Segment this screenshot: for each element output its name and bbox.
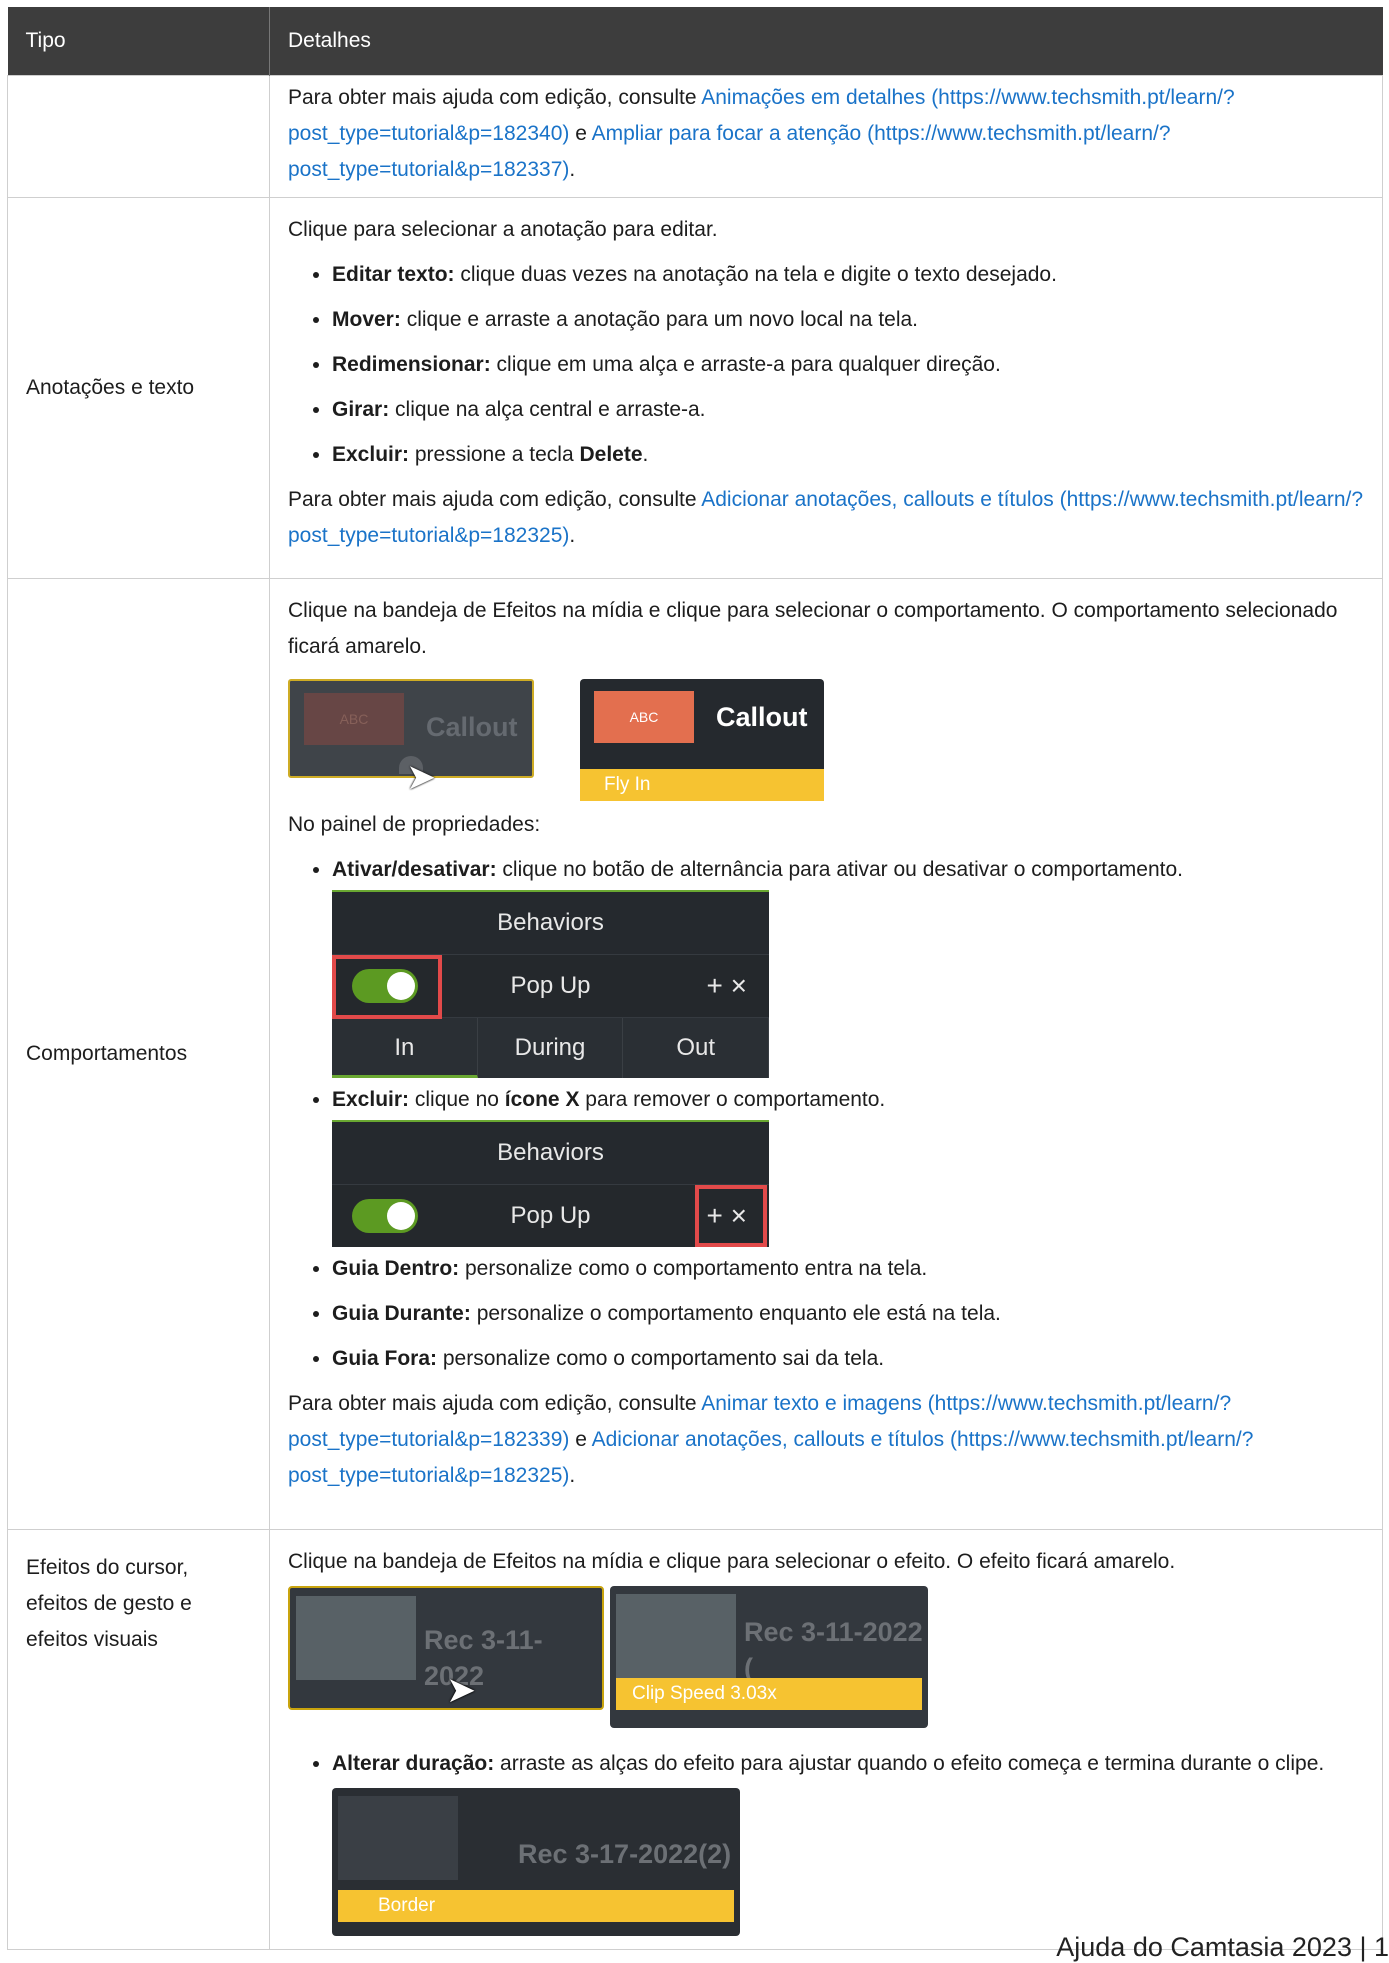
list-item: Girar: clique na alça central e arraste-…	[332, 392, 1364, 428]
table-header-row: Tipo Detalhes	[7, 7, 1383, 76]
panel-header: Behaviors	[332, 892, 769, 955]
plus-icon[interactable]: +	[707, 970, 723, 1001]
help-table: Tipo Detalhes Para obter mais ajuda com …	[7, 7, 1383, 1950]
details-cell: Clique para selecionar a anotação para e…	[269, 197, 1383, 579]
behavior-row: Pop Up + ×	[332, 1185, 769, 1247]
help-paragraph: Para obter mais ajuda com edição, consul…	[288, 488, 1364, 547]
details-cell: Clique na bandeja de Efeitos na mídia e …	[269, 578, 1383, 1530]
behavior-list: Ativar/desativar: clique no botão de alt…	[288, 852, 1364, 1377]
type-cell: Efeitos do cursor, efeitos de gesto e ef…	[7, 1529, 270, 1950]
border-effect-bar: Border	[338, 1890, 734, 1922]
highlight-box	[695, 1185, 767, 1247]
list-item: Redimensionar: clique em uma alça e arra…	[332, 347, 1364, 383]
behavior-clip-selected: ABC Callout ➤	[288, 679, 534, 795]
intro-text: Clique na bandeja de Efeitos na mídia e …	[288, 1550, 1176, 1573]
effect-thumbnails: Rec 3-11-2022 ➤ Rec 3-11-2022 ( Clip Spe…	[288, 1586, 1364, 1728]
clip-speed-bar: Clip Speed 3.03x	[616, 1678, 922, 1710]
effect-duration-clip: Rec 3-17-2022(2) Border	[332, 1788, 740, 1936]
list-item: Alterar duração: arraste as alças do efe…	[332, 1746, 1364, 1936]
table-row: Efeitos do cursor, efeitos de gesto e ef…	[7, 1529, 1383, 1950]
clip-thumb	[338, 1796, 458, 1880]
behavior-name: Pop Up	[510, 972, 591, 999]
tab-in[interactable]: In	[332, 1018, 478, 1078]
table-row: Para obter mais ajuda com edição, consul…	[7, 75, 1383, 198]
callout-title: Callout	[426, 712, 518, 742]
list-item: Guia Durante: personalize o comportament…	[332, 1296, 1364, 1332]
behavior-thumbnails: ABC Callout ➤ ABC Callout Fly In	[288, 679, 1364, 801]
intro-text: Clique para selecionar a anotação para e…	[288, 218, 718, 241]
help-paragraph: Para obter mais ajuda com edição, consul…	[288, 1392, 1254, 1487]
clip-thumb	[296, 1596, 416, 1680]
clip-title: Rec 3-17-2022(2)	[518, 1839, 732, 1869]
list-item: Ativar/desativar: clique no botão de alt…	[332, 852, 1364, 1078]
clip-title: Rec 3-11-2022 (	[744, 1617, 923, 1683]
list-item: Guia Fora: personalize como o comportame…	[332, 1341, 1364, 1377]
behavior-clip-highlighted: ABC Callout Fly In	[580, 679, 824, 801]
list-item: Guia Dentro: personalize como o comporta…	[332, 1251, 1364, 1287]
callout-thumb: ABC	[304, 693, 404, 745]
behaviors-panel-delete: Behaviors Pop Up + ×	[332, 1120, 769, 1247]
details-cell: Para obter mais ajuda com edição, consul…	[269, 75, 1383, 198]
effect-list: Alterar duração: arraste as alças do efe…	[288, 1746, 1364, 1936]
help-paragraph: Para obter mais ajuda com edição, consul…	[288, 86, 1235, 181]
list-item: Excluir: clique no ícone X para remover …	[332, 1082, 1364, 1247]
col-header-type: Tipo	[7, 7, 270, 76]
details-cell: Clique na bandeja de Efeitos na mídia e …	[269, 1529, 1383, 1950]
tab-out[interactable]: Out	[623, 1018, 770, 1078]
list-item: Mover: clique e arraste a anotação para …	[332, 302, 1364, 338]
type-cell	[7, 75, 270, 198]
behaviors-panel: Behaviors Pop Up + × In During Out	[332, 890, 770, 1078]
type-cell: Comportamentos	[7, 578, 270, 1530]
behavior-row: Pop Up + ×	[332, 955, 769, 1019]
effect-clip-highlighted: Rec 3-11-2022 ( Clip Speed 3.03x	[610, 1586, 928, 1728]
edit-list: Editar texto: clique duas vezes na anota…	[288, 257, 1364, 473]
list-item: Excluir: pressione a tecla Delete.	[332, 437, 1364, 473]
page-footer: Ajuda do Camtasia 2023 | 1	[1056, 1932, 1389, 1962]
type-cell: Anotações e texto	[7, 197, 270, 579]
panel-intro: No painel de propriedades:	[288, 813, 541, 836]
intro-text: Clique na bandeja de Efeitos na mídia e …	[288, 599, 1338, 658]
behavior-tabs: In During Out	[332, 1017, 770, 1078]
list-item: Editar texto: clique duas vezes na anota…	[332, 257, 1364, 293]
behavior-controls: + ×	[707, 955, 748, 1017]
panel-header: Behaviors	[332, 1122, 769, 1185]
close-icon[interactable]: ×	[731, 970, 747, 1001]
mouse-cursor-icon: ➤	[406, 756, 437, 797]
tab-during[interactable]: During	[478, 1018, 624, 1078]
callout-thumb: ABC	[594, 691, 694, 743]
col-header-details: Detalhes	[269, 7, 1383, 76]
table-row: Anotações e texto Clique para selecionar…	[7, 197, 1383, 579]
effect-clip-selected: Rec 3-11-2022 ➤	[288, 1586, 604, 1710]
fly-in-bar: Fly In	[580, 769, 824, 801]
table-row: Comportamentos Clique na bandeja de Efei…	[7, 578, 1383, 1530]
callout-title: Callout	[716, 702, 808, 732]
clip-thumb	[616, 1594, 736, 1678]
mouse-cursor-icon: ➤	[446, 1669, 477, 1710]
